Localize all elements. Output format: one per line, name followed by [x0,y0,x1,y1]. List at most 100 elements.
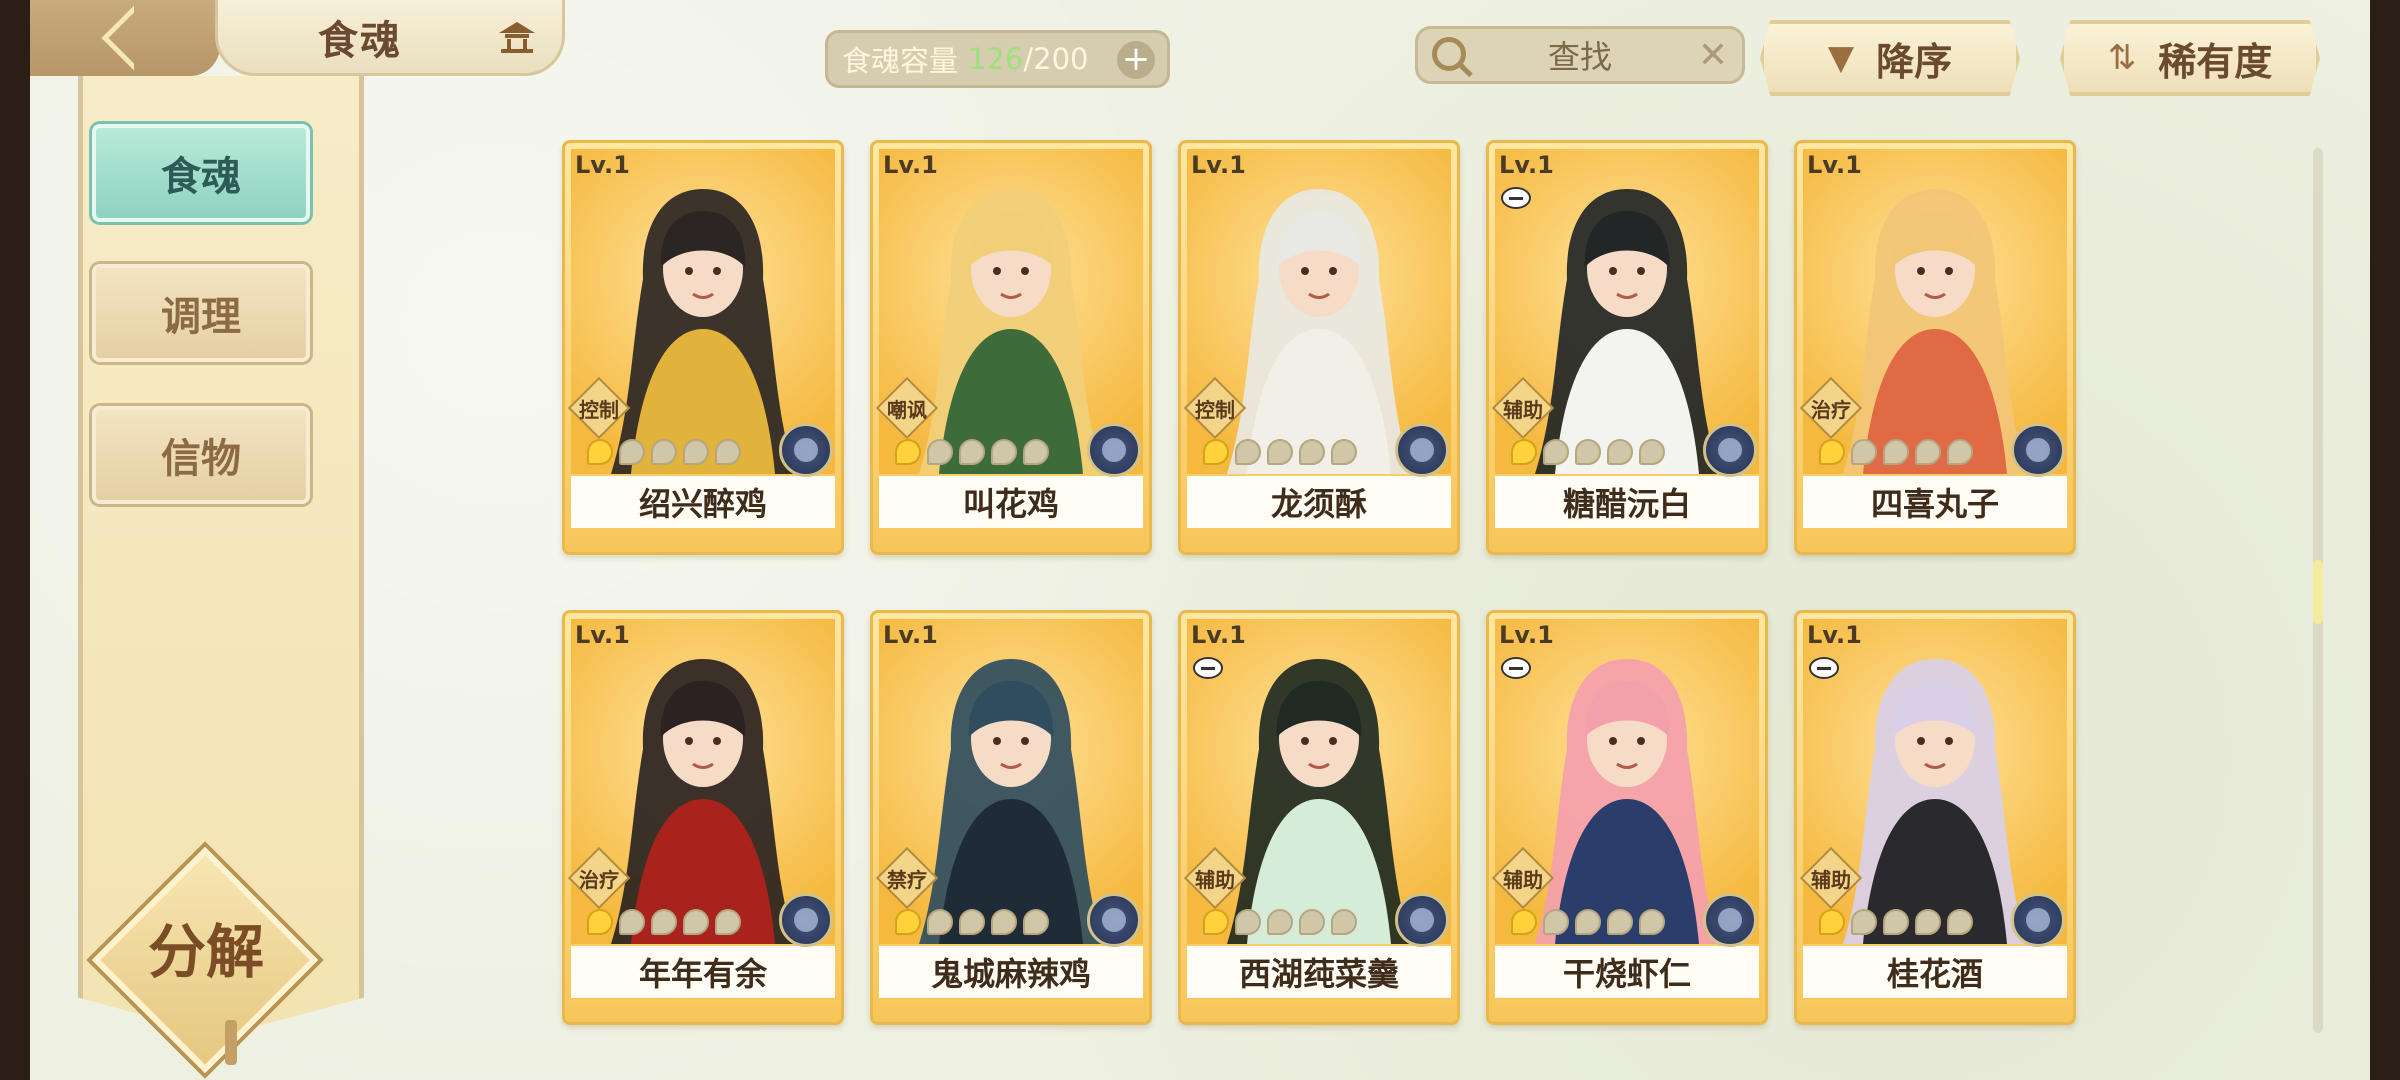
star-empty-icon [991,909,1017,935]
name-bar: 年年有余 [571,946,835,998]
page-title: 食魂 [318,17,402,64]
star-empty-icon [1883,909,1909,935]
character-name: 叫花鸡 [962,485,1059,523]
star-rating [587,439,741,465]
capacity-current: 126 [968,42,1024,76]
food-soul-card[interactable]: Lv.1 辅助 干烧虾仁 [1486,610,1768,1025]
minus-badge-icon [1501,187,1531,209]
page-title-tab: 食魂 [215,0,565,76]
star-rating [895,909,1049,935]
tassel-ornament [225,1020,237,1065]
expand-capacity-button[interactable]: + [1117,41,1155,79]
food-soul-card[interactable]: Lv.1 辅助 糖醋沅白 [1486,140,1768,555]
name-bar: 桂花酒 [1803,946,2067,998]
sort-rarity-label: 稀有度 [2158,39,2273,84]
pavilion-icon [499,22,535,53]
role-badge: 辅助 [1183,846,1247,910]
star-empty-icon [959,909,985,935]
back-button[interactable] [30,0,220,76]
food-soul-card[interactable]: Lv.1 控制 龙须酥 [1178,140,1460,555]
star-filled-icon [1511,439,1537,465]
star-empty-icon [1851,439,1877,465]
star-empty-icon [1639,439,1665,465]
role-badge: 治疗 [1799,376,1863,440]
star-empty-icon [1267,909,1293,935]
star-empty-icon [1543,909,1569,935]
role-label: 辅助 [1811,868,1851,892]
star-empty-icon [619,439,645,465]
tab-label: 调理 [161,294,241,340]
search-input[interactable]: 查找 ✕ [1415,26,1745,84]
tab-token[interactable]: 信物 [92,406,310,504]
role-label: 治疗 [1811,398,1851,422]
element-emblem-icon [2011,423,2065,477]
food-soul-card[interactable]: Lv.1 禁疗 鬼城麻辣鸡 [870,610,1152,1025]
home-button[interactable] [492,14,542,60]
star-empty-icon [1575,909,1601,935]
food-soul-card[interactable]: Lv.1 嘲讽 叫花鸡 [870,140,1152,555]
food-soul-card[interactable]: Lv.1 治疗 年年有余 [562,610,844,1025]
role-badge: 控制 [567,376,631,440]
star-empty-icon [683,439,709,465]
element-emblem-icon [779,893,833,947]
star-empty-icon [1267,439,1293,465]
star-empty-icon [1947,909,1973,935]
level-label: Lv.1 [883,621,938,649]
character-name: 龙须酥 [1270,485,1367,523]
star-empty-icon [1607,909,1633,935]
star-rating [1819,439,1973,465]
star-empty-icon [1331,909,1357,935]
star-empty-icon [1915,439,1941,465]
star-empty-icon [1235,439,1261,465]
character-name: 年年有余 [638,955,767,993]
sort-rarity-button[interactable]: ⇅ 稀有度 [2060,20,2320,96]
star-empty-icon [683,909,709,935]
role-label: 嘲讽 [887,398,927,422]
star-empty-icon [1915,909,1941,935]
role-badge: 治疗 [567,846,631,910]
role-badge: 辅助 [1491,846,1555,910]
star-empty-icon [619,909,645,935]
star-filled-icon [1819,439,1845,465]
level-label: Lv.1 [883,151,938,179]
element-emblem-icon [1087,893,1141,947]
name-bar: 干烧虾仁 [1495,946,1759,998]
element-emblem-icon [2011,893,2065,947]
role-label: 禁疗 [887,868,927,892]
clear-search-button[interactable]: ✕ [1698,35,1728,76]
character-name: 干烧虾仁 [1562,955,1691,993]
food-soul-card[interactable]: Lv.1 辅助 桂花酒 [1794,610,2076,1025]
decompose-label: 分解 [147,918,264,986]
star-rating [1511,439,1665,465]
food-soul-card[interactable]: Lv.1 辅助 西湖莼菜羹 [1178,610,1460,1025]
star-empty-icon [1331,439,1357,465]
food-soul-card[interactable]: Lv.1 治疗 四喜丸子 [1794,140,2076,555]
star-empty-icon [1299,909,1325,935]
search-icon [1432,37,1466,71]
food-soul-card[interactable]: Lv.1 控制 绍兴醉鸡 [562,140,844,555]
element-emblem-icon [1703,893,1757,947]
scrollbar-thumb[interactable] [2313,560,2323,624]
star-empty-icon [715,909,741,935]
star-filled-icon [1511,909,1537,935]
role-label: 辅助 [1503,868,1543,892]
role-label: 辅助 [1195,868,1235,892]
screen-edge-right [2370,0,2400,1080]
name-bar: 西湖莼菜羹 [1187,946,1451,998]
tab-food-soul[interactable]: 食魂 [92,124,310,222]
sort-order-button[interactable]: ▼ 降序 [1760,20,2020,96]
role-label: 控制 [579,398,619,422]
level-label: Lv.1 [575,621,630,649]
name-bar: 龙须酥 [1187,476,1451,528]
role-badge: 辅助 [1799,846,1863,910]
tab-cooking[interactable]: 调理 [92,264,310,362]
capacity-max: /200 [1023,42,1089,76]
character-name: 西湖莼菜羹 [1238,955,1399,993]
role-label: 治疗 [579,868,619,892]
name-bar: 鬼城麻辣鸡 [879,946,1143,998]
level-label: Lv.1 [1807,151,1862,179]
star-empty-icon [1023,439,1049,465]
star-empty-icon [927,909,953,935]
star-rating [587,909,741,935]
star-empty-icon [651,439,677,465]
